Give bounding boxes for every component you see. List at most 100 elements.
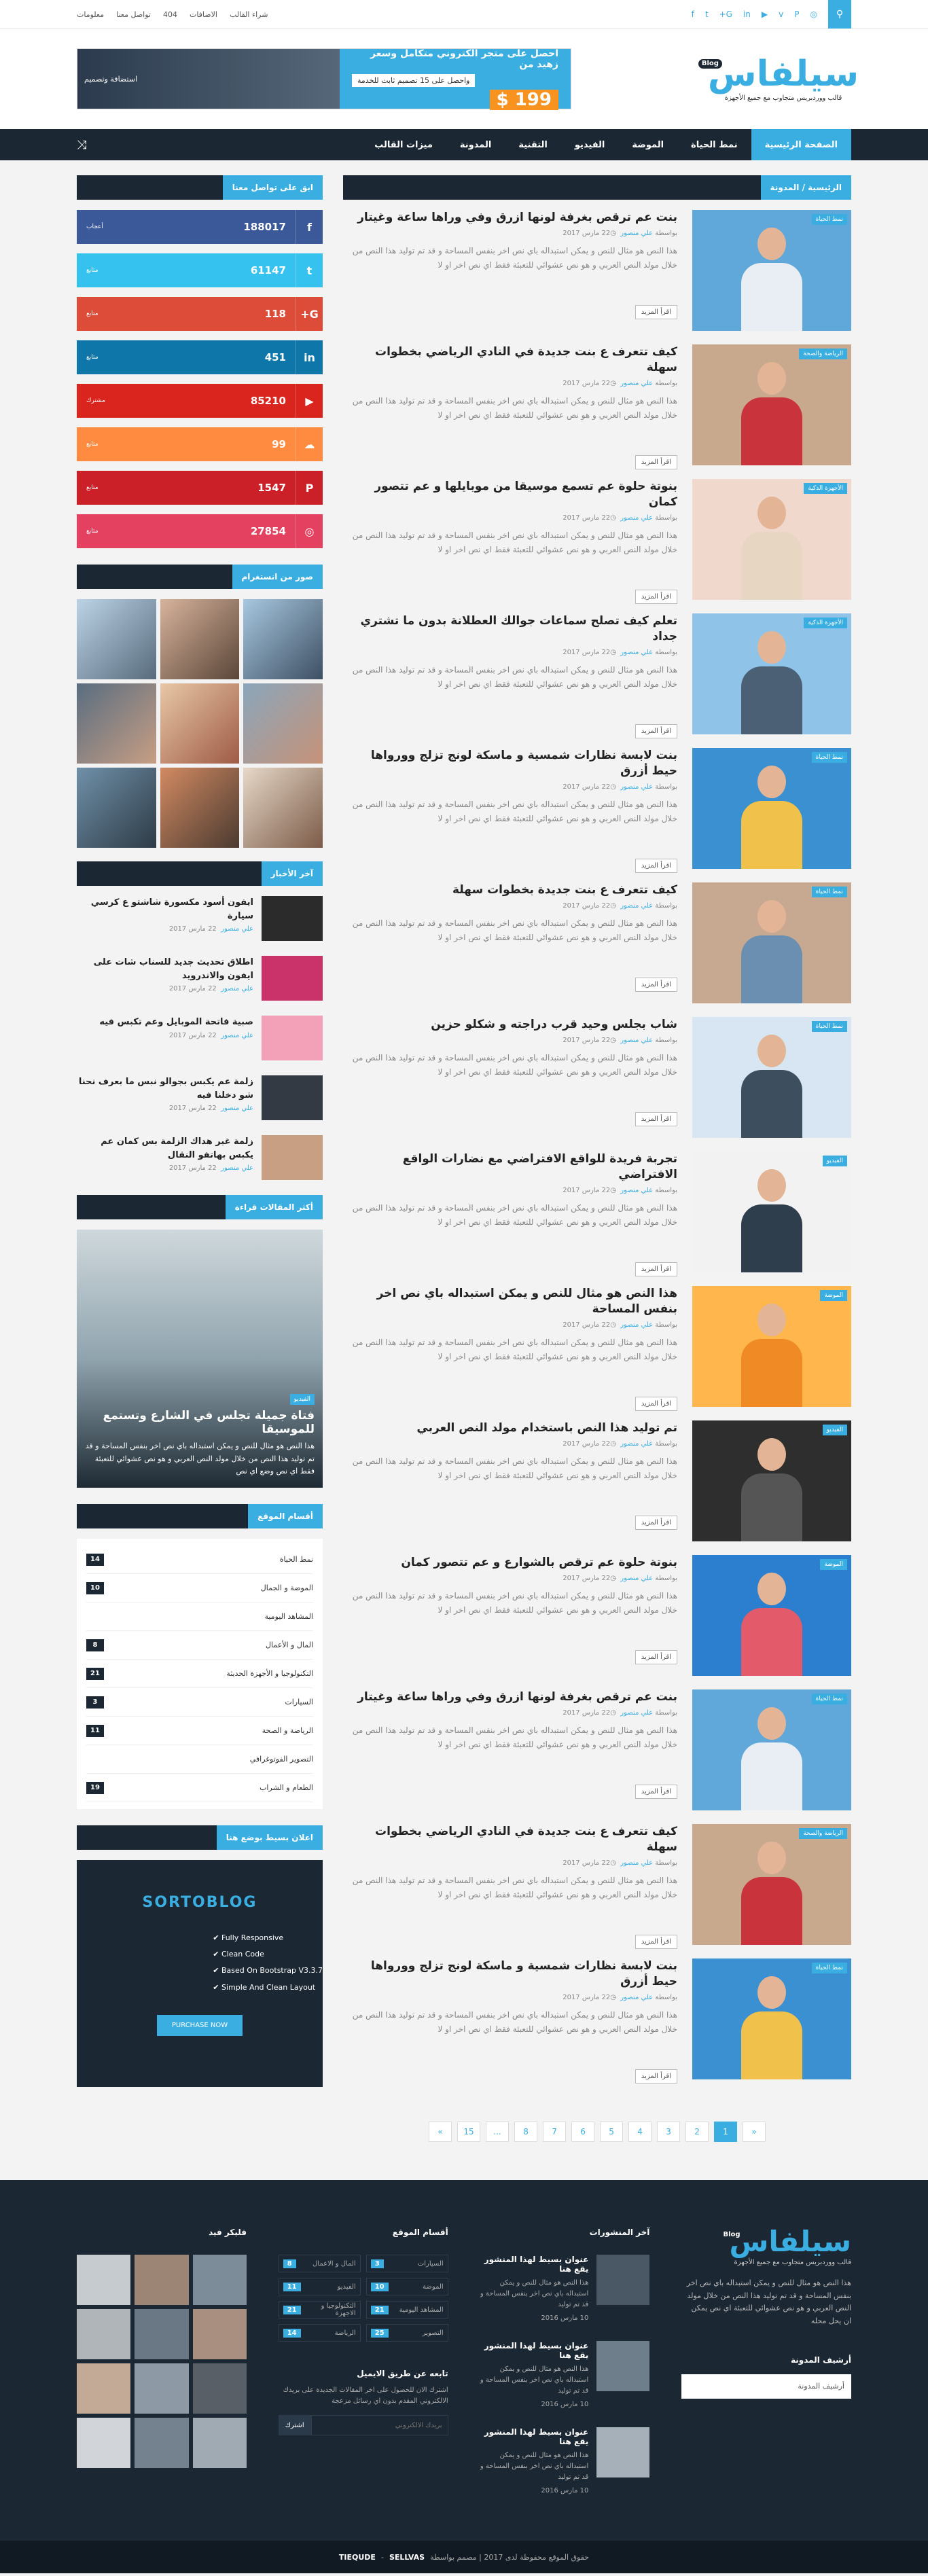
post-category-tag[interactable]: نمط الحياة (811, 1021, 847, 1032)
post-thumbnail[interactable]: نمط الحياة (692, 1017, 851, 1138)
read-more-button[interactable]: اقرأ المزيد (635, 589, 677, 604)
recent-author[interactable]: علي منصور (221, 1105, 253, 1112)
post-category-tag[interactable]: الأجهزة الذكية (804, 618, 847, 628)
flickr-photo[interactable] (135, 2309, 189, 2359)
post-thumbnail[interactable]: الموضة (692, 1286, 851, 1407)
vimeo-icon[interactable]: v (779, 10, 783, 19)
footer-category[interactable]: الموضة 10 (365, 2278, 448, 2295)
post-category-tag[interactable]: نمط الحياة (811, 1963, 847, 1973)
category-item[interactable]: السيارات 3 (86, 1688, 313, 1717)
instagram-photo[interactable] (77, 683, 156, 764)
social-counter[interactable]: in 451 متابع (77, 340, 323, 374)
post-category-tag[interactable]: نمط الحياة (811, 752, 847, 763)
social-counter[interactable]: f 188017 أعجاب (77, 210, 323, 244)
recent-title[interactable]: اطلاق تحديث جديد للسناب شات على ايفون وا… (77, 956, 253, 982)
nav-item-video[interactable]: الفيديو (561, 129, 619, 160)
instagram-photo[interactable] (160, 599, 240, 679)
subscribe-email-input[interactable] (310, 2415, 448, 2435)
post-title[interactable]: بنت عم ترقص بغرفة لونها ازرق وفي وراها س… (343, 1689, 677, 1705)
social-counter[interactable]: ▶ 85210 مشترك (77, 384, 323, 418)
footer-category[interactable]: المشاهد اليومية 21 (365, 2301, 448, 2319)
breadcrumb[interactable]: الرئيسية / المدونة (760, 175, 851, 200)
instagram-photo[interactable] (243, 768, 323, 848)
flickr-photo[interactable] (192, 2363, 247, 2414)
category-item[interactable]: المشاهد اليومية (86, 1603, 313, 1631)
top-link[interactable]: معلومات (77, 10, 104, 19)
shuffle-icon[interactable]: ⤨ (77, 138, 86, 152)
category-item[interactable]: التصوير الفوتوغرافي (86, 1745, 313, 1774)
post-category-tag[interactable]: نمط الحياة (811, 887, 847, 897)
purchase-button[interactable]: PURCHASE NOW (156, 2014, 243, 2036)
sidebar-ad[interactable]: SORTOBLOG ✔ Fully Responsive ✔ Clean Cod… (77, 1860, 323, 2087)
post-title[interactable]: تم توليد هذا النص باستخدام مولد النص الع… (343, 1420, 677, 1436)
facebook-icon[interactable]: f (692, 10, 694, 19)
instagram-photo[interactable] (160, 768, 240, 848)
post-author[interactable]: علي منصور (620, 649, 653, 656)
recent-title[interactable]: صبية فاتحة الموبايل وعم تكبس فيه (99, 1016, 253, 1029)
read-more-button[interactable]: اقرأ المزيد (635, 1262, 677, 1276)
footer-post-thumbnail[interactable] (596, 2341, 650, 2391)
post-author[interactable]: علي منصور (620, 380, 653, 387)
copyright-brand-tiequde[interactable]: TIEQUDE (339, 2553, 376, 2562)
recent-thumbnail[interactable] (262, 1075, 323, 1120)
site-logo[interactable]: سيلفاس Blog قالب ووردبريس متجاوب مع جميع … (698, 56, 859, 102)
post-thumbnail[interactable]: نمط الحياة (692, 210, 851, 331)
footer-category[interactable]: المال و الاعمال 8 (278, 2255, 361, 2272)
post-category-tag[interactable]: نمط الحياة (811, 1694, 847, 1704)
recent-title[interactable]: ايفون أسود مكسورة شاشتو ع كرسي سيارة (77, 896, 253, 923)
featured-title[interactable]: فتاة جميلة تجلس في الشارع وتستمع للموسيق… (85, 1409, 315, 1436)
social-counter[interactable]: G+ 118 متابع (77, 297, 323, 331)
read-more-button[interactable]: اقرأ المزيد (635, 858, 677, 873)
read-more-button[interactable]: اقرأ المزيد (635, 1934, 677, 1949)
post-author[interactable]: علي منصور (620, 1575, 653, 1582)
read-more-button[interactable]: اقرأ المزيد (635, 1784, 677, 1799)
page-15[interactable]: 15 (457, 2122, 480, 2142)
page-5[interactable]: 5 (600, 2122, 623, 2142)
post-title[interactable]: بنت عم ترقص بغرفة لونها ازرق وفي وراها س… (343, 210, 677, 226)
google-plus-icon[interactable]: G+ (719, 10, 732, 19)
top-link[interactable]: 404 (163, 10, 177, 19)
post-title[interactable]: بنت لابسة نظارات شمسية و ماسكة لونج تزلج… (343, 748, 677, 779)
featured-tag[interactable]: الفيديو (289, 1393, 315, 1405)
post-author[interactable]: علي منصور (620, 1994, 653, 2001)
linkedin-icon[interactable]: in (743, 10, 751, 19)
post-author[interactable]: علي منصور (620, 514, 653, 522)
post-category-tag[interactable]: الفيديو (822, 1156, 847, 1166)
instagram-photo[interactable] (243, 599, 323, 679)
recent-author[interactable]: علي منصور (221, 925, 253, 933)
post-author[interactable]: علي منصور (620, 1440, 653, 1448)
post-thumbnail[interactable]: الأجهزة الذكية (692, 613, 851, 734)
recent-title[interactable]: زلمة عم يكبس بجوالو نبس ما بعرف نحنا شو … (77, 1075, 253, 1102)
read-more-button[interactable]: اقرأ المزيد (635, 2069, 677, 2083)
instagram-icon[interactable]: ◎ (810, 10, 817, 19)
nav-item-blog[interactable]: المدونة (446, 129, 505, 160)
top-link[interactable]: شراء القالب (230, 10, 268, 19)
recent-title[interactable]: زلمة غير هداك الزلمة بس كمان عم يكبس بها… (77, 1135, 253, 1162)
page-next[interactable]: » (429, 2122, 452, 2142)
footer-logo[interactable]: سيلفاس (729, 2225, 851, 2258)
flickr-photo[interactable] (135, 2418, 189, 2468)
instagram-photo[interactable] (77, 599, 156, 679)
post-title[interactable]: هذا النص هو مثال للنص و يمكن استبداله با… (343, 1286, 677, 1317)
post-thumbnail[interactable]: الرياضة والصحة (692, 1824, 851, 1945)
recent-thumbnail[interactable] (262, 1135, 323, 1180)
post-title[interactable]: كيف تتعرف ع بنت جديدة في النادي الرياضي … (343, 344, 677, 376)
read-more-button[interactable]: اقرأ المزيد (635, 723, 677, 738)
instagram-photo[interactable] (160, 683, 240, 764)
read-more-button[interactable]: اقرأ المزيد (635, 454, 677, 469)
nav-item-tech[interactable]: التقنية (505, 129, 561, 160)
post-category-tag[interactable]: الفيديو (822, 1425, 847, 1435)
flickr-photo[interactable] (135, 2363, 189, 2414)
page-4[interactable]: 4 (628, 2122, 652, 2142)
read-more-button[interactable]: اقرأ المزيد (635, 1649, 677, 1664)
post-title[interactable]: تجربة فريدة للواقع الافتراضي مع نضارات ا… (343, 1151, 677, 1183)
post-title[interactable]: تعلم كيف تصلح سماعات جوالك العطلانة بدون… (343, 613, 677, 645)
footer-post-title[interactable]: عنوان بسيط لهذا المنشور يقع هنا (480, 2427, 589, 2446)
post-thumbnail[interactable]: نمط الحياة (692, 1689, 851, 1810)
post-author[interactable]: علي منصور (620, 230, 653, 237)
recent-author[interactable]: علي منصور (221, 985, 253, 992)
instagram-photo[interactable] (77, 768, 156, 848)
post-author[interactable]: علي منصور (620, 1859, 653, 1867)
social-counter[interactable]: ☁ 99 متابع (77, 427, 323, 461)
post-category-tag[interactable]: الرياضة والصحة (799, 1828, 847, 1839)
